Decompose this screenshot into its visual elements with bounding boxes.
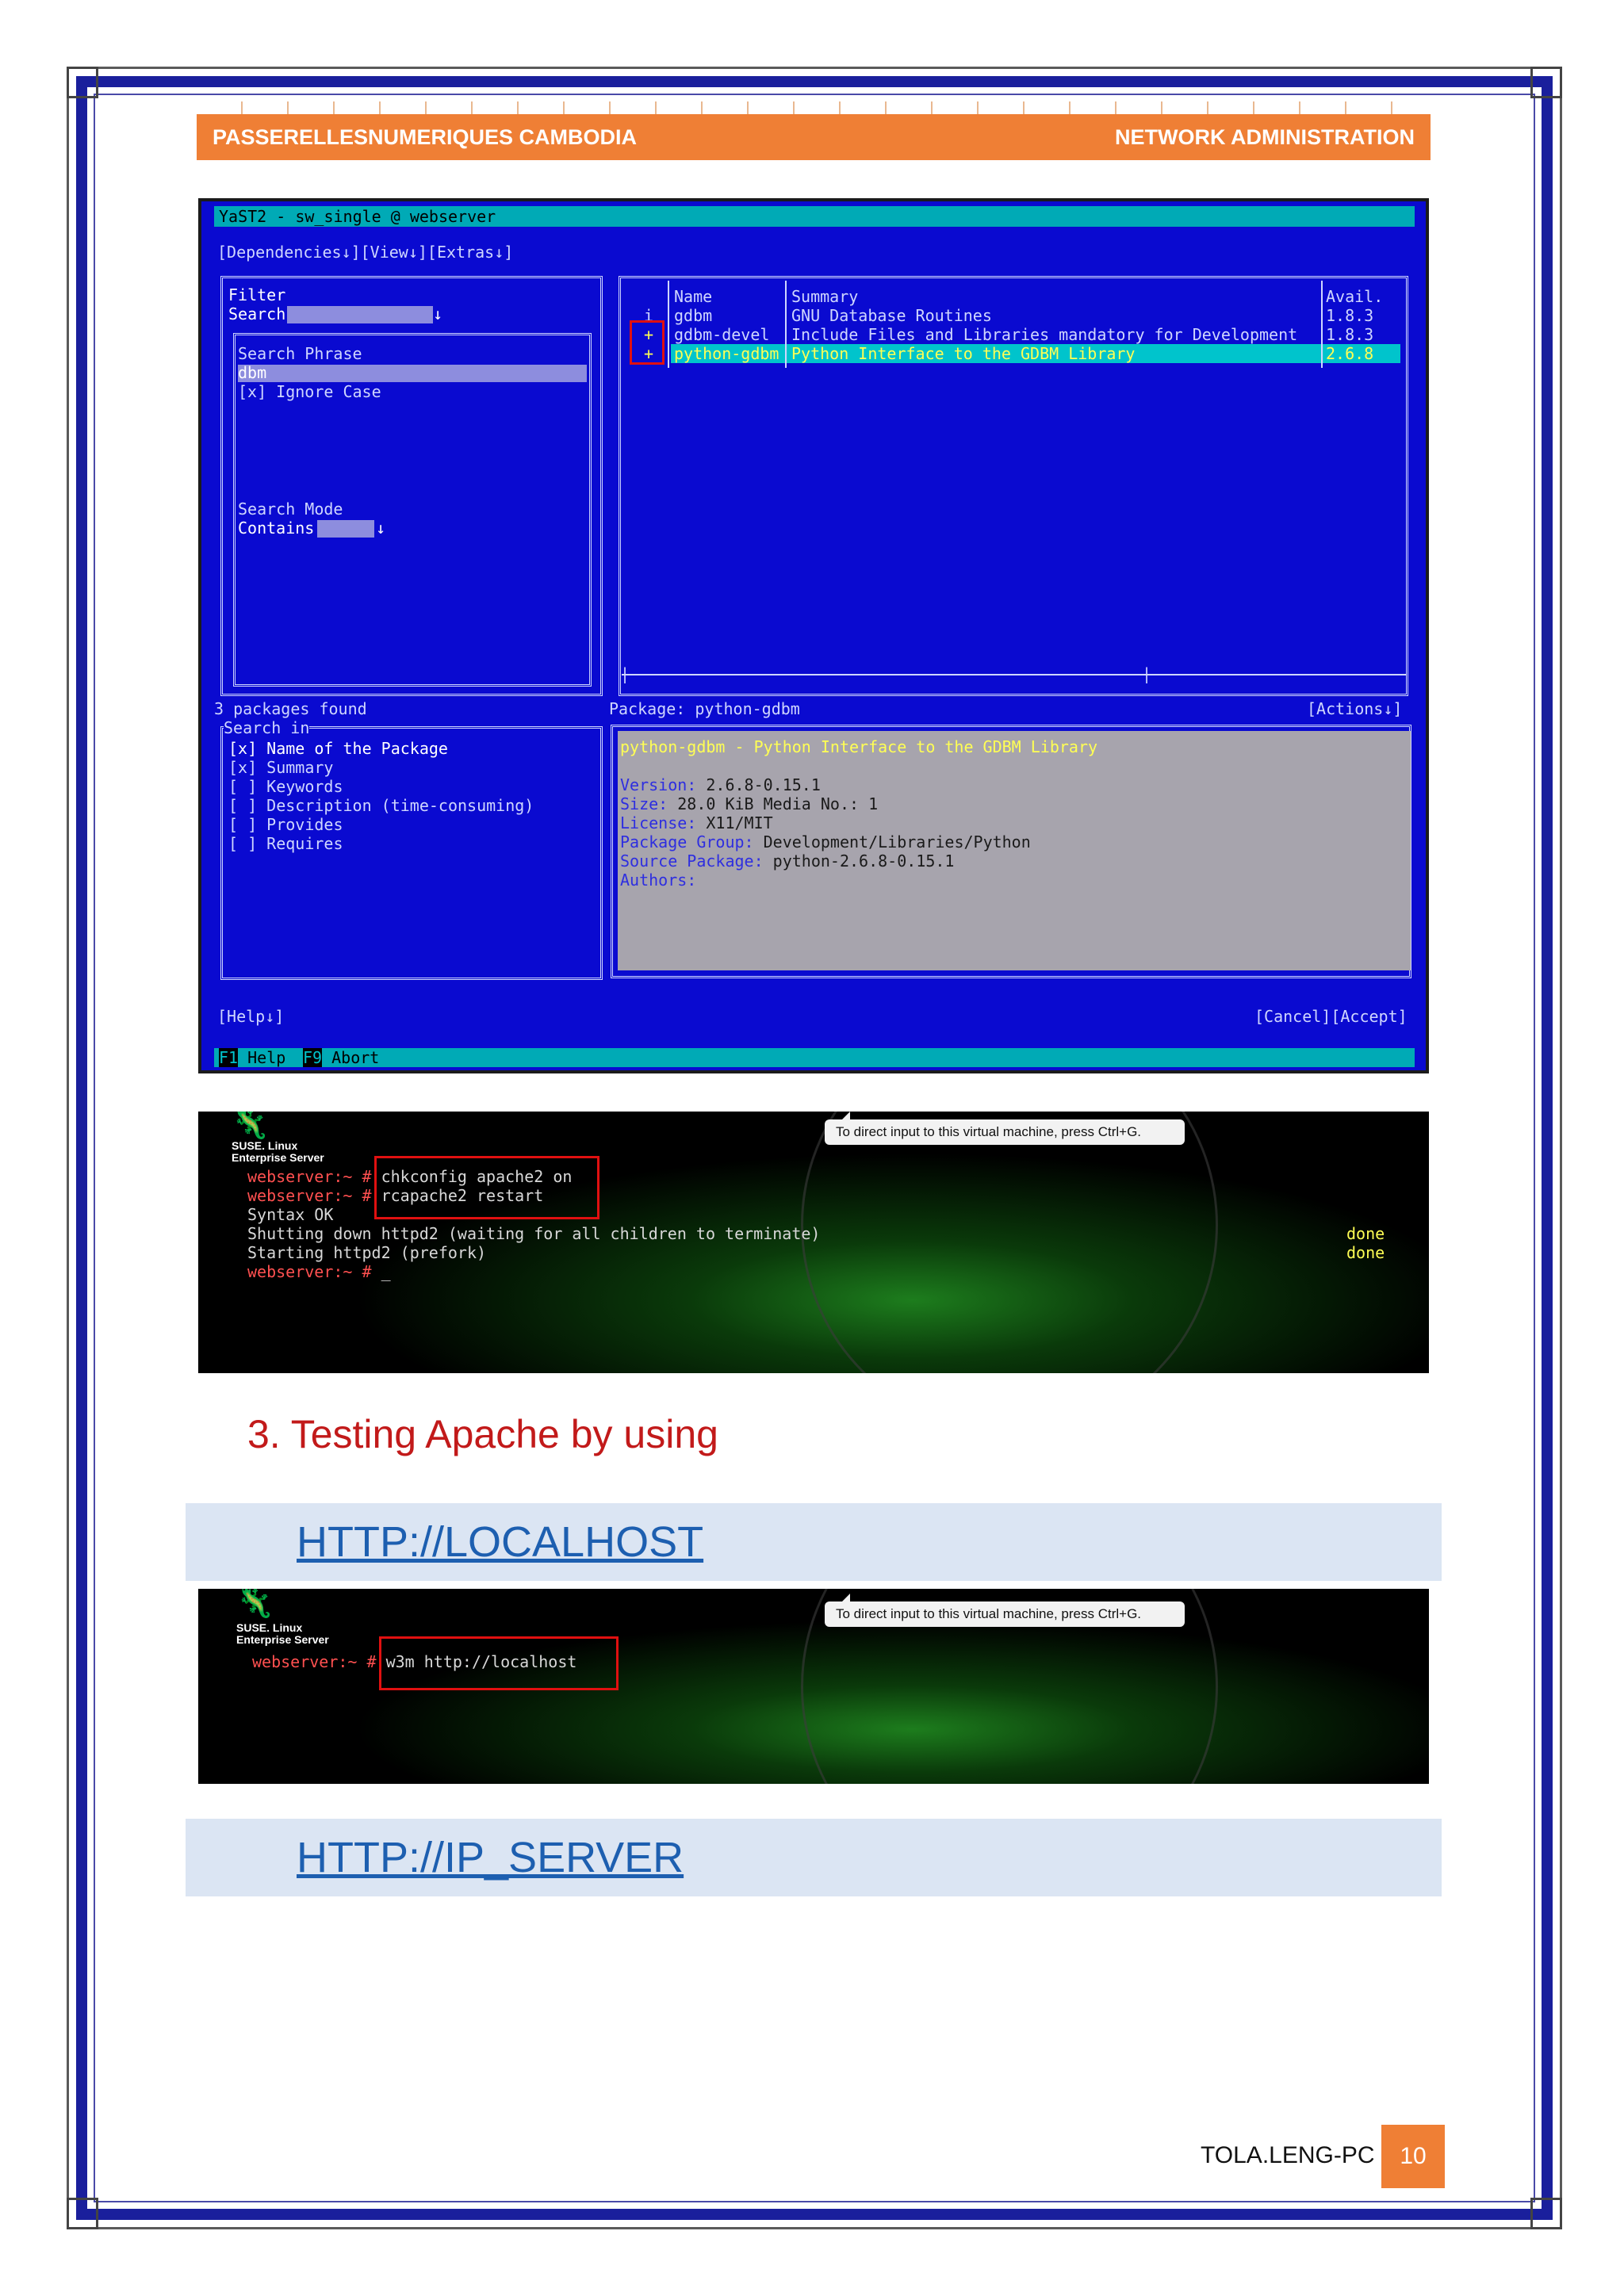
annotation-box	[630, 320, 665, 365]
page-header: PASSERELLESNUMERIQUES CAMBODIA NETWORK A…	[197, 114, 1431, 160]
yast-screenshot: YaST2 - sw_single @ webserver [Dependenc…	[198, 198, 1429, 1073]
header-rule	[197, 101, 1431, 114]
column-divider	[1321, 281, 1323, 368]
package-info-line: Package Group: Development/Libraries/Pyt…	[620, 832, 1031, 851]
f9-abort-key[interactable]: F9 Abort	[303, 1048, 379, 1067]
corner-ornament	[1530, 2198, 1562, 2229]
search-mode-value[interactable]: Contains	[238, 519, 314, 538]
scroll-marker: |	[620, 664, 630, 683]
search-in-label: Search in	[224, 718, 310, 737]
search-in-summary-checkbox[interactable]: [x] Summary	[228, 758, 333, 777]
package-info-line: Size: 28.0 KiB Media No.: 1	[620, 794, 879, 813]
column-header-name[interactable]: Name	[674, 287, 712, 306]
vm-input-tooltip: To direct input to this virtual machine,…	[825, 1112, 1185, 1145]
status-done: done	[1346, 1224, 1385, 1243]
search-mode-label: Search Mode	[238, 499, 343, 519]
help-button[interactable]: [Help↓]	[217, 1007, 284, 1026]
terminal-line: webserver:~ # chkconfig apache2 on	[247, 1167, 573, 1186]
ip-server-band: HTTP://IP_SERVER	[186, 1819, 1442, 1896]
corner-ornament	[1530, 67, 1562, 98]
status-done: done	[1346, 1243, 1385, 1262]
suse-chameleon-icon: 🦎	[230, 1112, 270, 1141]
scrollbar-track[interactable]	[622, 674, 1407, 675]
package-info-line: License: X11/MIT	[620, 813, 773, 832]
package-summary: Python Interface to the GDBM Library	[791, 344, 1136, 363]
filter-label: Filter	[228, 285, 286, 304]
yast-titlebar: YaST2 - sw_single @ webserver	[214, 206, 1415, 227]
suse-logo: SUSE. Linux Enterprise Server	[236, 1621, 329, 1646]
search-in-requires-checkbox[interactable]: [ ] Requires	[228, 834, 343, 853]
package-info-line: Authors:	[620, 871, 697, 890]
package-name[interactable]: gdbm	[674, 306, 712, 325]
search-in-description-checkbox[interactable]: [ ] Description (time-consuming)	[228, 796, 534, 815]
package-info-line: Source Package: python-2.6.8-0.15.1	[620, 851, 955, 871]
vm-input-tooltip: To direct input to this virtual machine,…	[825, 1594, 1185, 1627]
header-course: NETWORK ADMINISTRATION	[1115, 124, 1415, 149]
search-phrase-field[interactable]	[238, 365, 587, 382]
background-swirl	[801, 1112, 1218, 1373]
localhost-band: HTTP://LOCALHOST	[186, 1503, 1442, 1581]
package-info-title: python-gdbm - Python Interface to the GD…	[620, 737, 1098, 756]
filter-value[interactable]: Search	[228, 304, 285, 323]
column-header-summary[interactable]: Summary	[791, 287, 858, 306]
package-label: Package: python-gdbm	[609, 699, 800, 718]
scroll-marker: |	[1142, 664, 1152, 683]
search-in-name-checkbox[interactable]: [x] Name of the Package	[228, 739, 448, 758]
corner-ornament	[67, 2198, 98, 2229]
footer-author: TOLA.LENG-PC	[1201, 2142, 1375, 2168]
filter-dropdown-field[interactable]	[287, 306, 433, 323]
package-summary: Include Files and Libraries mandatory fo…	[791, 325, 1298, 344]
chevron-down-icon[interactable]: ↓	[376, 519, 385, 538]
localhost-link[interactable]: HTTP://LOCALHOST	[297, 1517, 703, 1567]
search-mode-field[interactable]	[317, 520, 374, 538]
package-version: 1.8.3	[1326, 306, 1374, 325]
actions-menu[interactable]: [Actions↓]	[1307, 699, 1402, 718]
terminal-line: Starting httpd2 (prefork)	[247, 1243, 487, 1262]
package-info-line: Version: 2.6.8-0.15.1	[620, 775, 821, 794]
search-phrase-input[interactable]: dbm	[238, 363, 266, 382]
header-org: PASSERELLESNUMERIQUES CAMBODIA	[213, 124, 638, 149]
ip-server-link[interactable]: HTTP://IP_SERVER	[297, 1833, 684, 1882]
column-header-avail[interactable]: Avail.	[1326, 287, 1383, 306]
terminal-screenshot-w3m: 🦎 SUSE. Linux Enterprise Server To direct…	[198, 1589, 1429, 1784]
search-in-provides-checkbox[interactable]: [ ] Provides	[228, 815, 343, 834]
search-phrase-label: Search Phrase	[238, 344, 362, 363]
terminal-line: webserver:~ # _	[247, 1262, 391, 1281]
search-in-keywords-checkbox[interactable]: [ ] Keywords	[228, 777, 343, 796]
ignore-case-checkbox[interactable]: [x] Ignore Case	[238, 382, 381, 401]
terminal-line: webserver:~ # rcapache2 restart	[247, 1186, 544, 1205]
page-number: 10	[1381, 2125, 1445, 2188]
package-version: 1.8.3	[1326, 325, 1374, 344]
column-divider	[668, 281, 669, 368]
terminal-line: Syntax OK	[247, 1205, 334, 1224]
f1-help-key[interactable]: F1 Help	[219, 1048, 285, 1067]
chevron-down-icon[interactable]: ↓	[433, 304, 442, 323]
terminal-line: Shutting down httpd2 (waiting for all ch…	[247, 1224, 821, 1243]
corner-ornament	[67, 67, 98, 98]
package-summary: GNU Database Routines	[791, 306, 992, 325]
cancel-accept-buttons[interactable]: [Cancel][Accept]	[1254, 1007, 1408, 1026]
package-name[interactable]: python-gdbm	[674, 344, 779, 363]
terminal-line: webserver:~ # w3m http://localhost	[252, 1652, 577, 1671]
package-name[interactable]: gdbm-devel	[674, 325, 769, 344]
package-version: 2.6.8	[1326, 344, 1374, 363]
section-heading: 3. Testing Apache by using	[247, 1412, 718, 1456]
packages-found: 3 packages found	[214, 699, 367, 718]
yast-menu[interactable]: [Dependencies↓][View↓][Extras↓]	[217, 243, 513, 262]
suse-logo: SUSE. Linux Enterprise Server	[232, 1139, 324, 1164]
column-divider	[785, 281, 787, 368]
suse-chameleon-icon: 🦎	[235, 1589, 274, 1620]
function-key-bar	[214, 1048, 1415, 1067]
terminal-screenshot-restart: 🦎 SUSE. Linux Enterprise Server To direct…	[198, 1112, 1429, 1373]
